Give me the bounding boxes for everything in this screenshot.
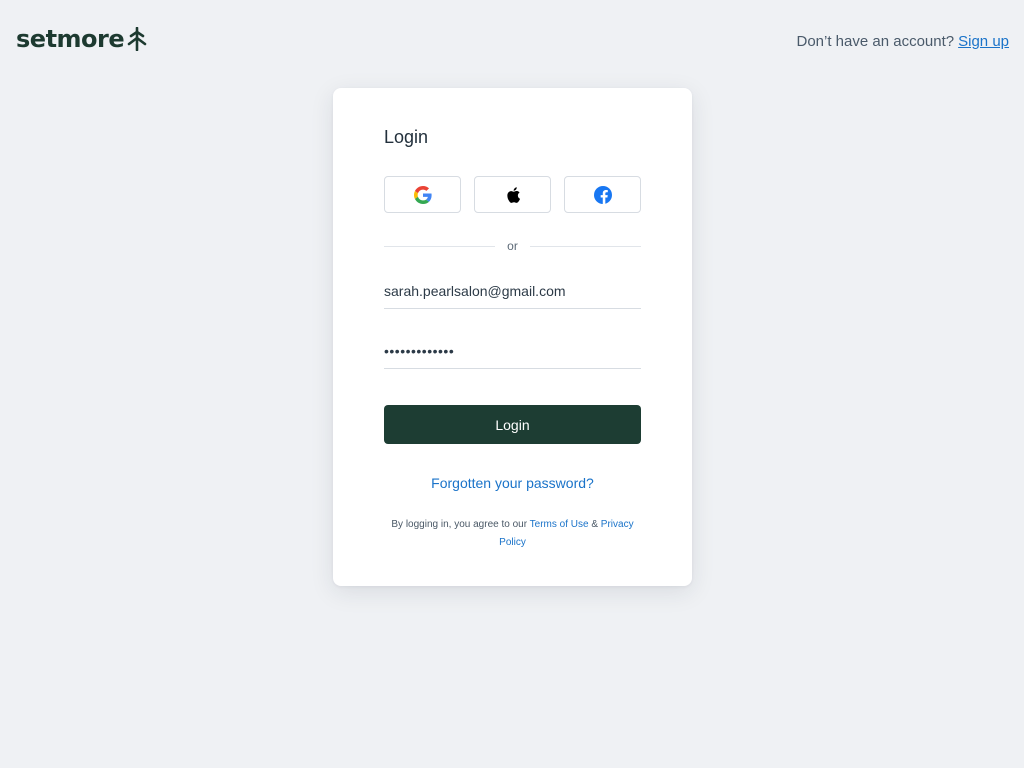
google-login-button[interactable] — [384, 176, 461, 213]
legal-prefix: By logging in, you agree to our — [391, 519, 528, 530]
or-divider: or — [384, 236, 642, 256]
tree-icon — [127, 27, 147, 51]
apple-icon — [506, 186, 520, 203]
signup-link[interactable]: Sign up — [958, 33, 1009, 50]
forgot-password-link[interactable]: Forgotten your password? — [384, 475, 641, 491]
logo-text: setmore — [16, 25, 125, 53]
divider-line-right — [529, 245, 642, 247]
signup-prompt-text: Don’t have an account? — [796, 33, 955, 50]
login-button[interactable]: Login — [384, 405, 641, 444]
setmore-logo[interactable]: setmore — [16, 24, 148, 54]
divider-line-left — [384, 245, 496, 247]
google-icon — [413, 185, 432, 204]
divider-text: or — [507, 239, 518, 253]
signup-prompt: Don’t have an account? Sign up — [797, 32, 1010, 52]
facebook-login-button[interactable] — [564, 176, 641, 213]
login-title: Login — [384, 127, 429, 147]
email-field[interactable] — [384, 273, 641, 309]
apple-login-button[interactable] — [474, 176, 551, 213]
legal-notice: By logging in, you agree to our Terms of… — [384, 516, 641, 552]
social-login-row — [384, 176, 641, 213]
login-page: setmore Don’t have an account? Sign up Lo… — [0, 0, 1024, 768]
legal-and: & — [591, 519, 599, 530]
facebook-icon — [593, 185, 612, 204]
password-field[interactable] — [384, 333, 641, 369]
terms-of-use-link[interactable]: Terms of Use — [530, 519, 589, 530]
login-card: Login or sarah.pearlsalon@gmail.com ••••… — [333, 88, 692, 586]
